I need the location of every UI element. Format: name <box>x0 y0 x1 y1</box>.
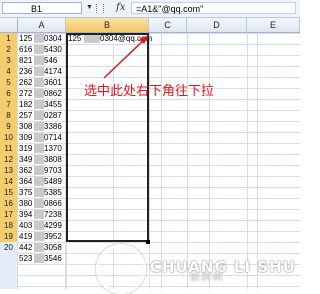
annotation-arrow-icon <box>103 35 149 79</box>
watermark-title: CHUANG LI SHU <box>150 258 296 276</box>
watermark-subtitle: 创 利 树 <box>190 272 223 282</box>
watermark-logo-icon <box>96 244 146 294</box>
annotation-text: 选中此处右下角往下拉 <box>84 84 215 99</box>
